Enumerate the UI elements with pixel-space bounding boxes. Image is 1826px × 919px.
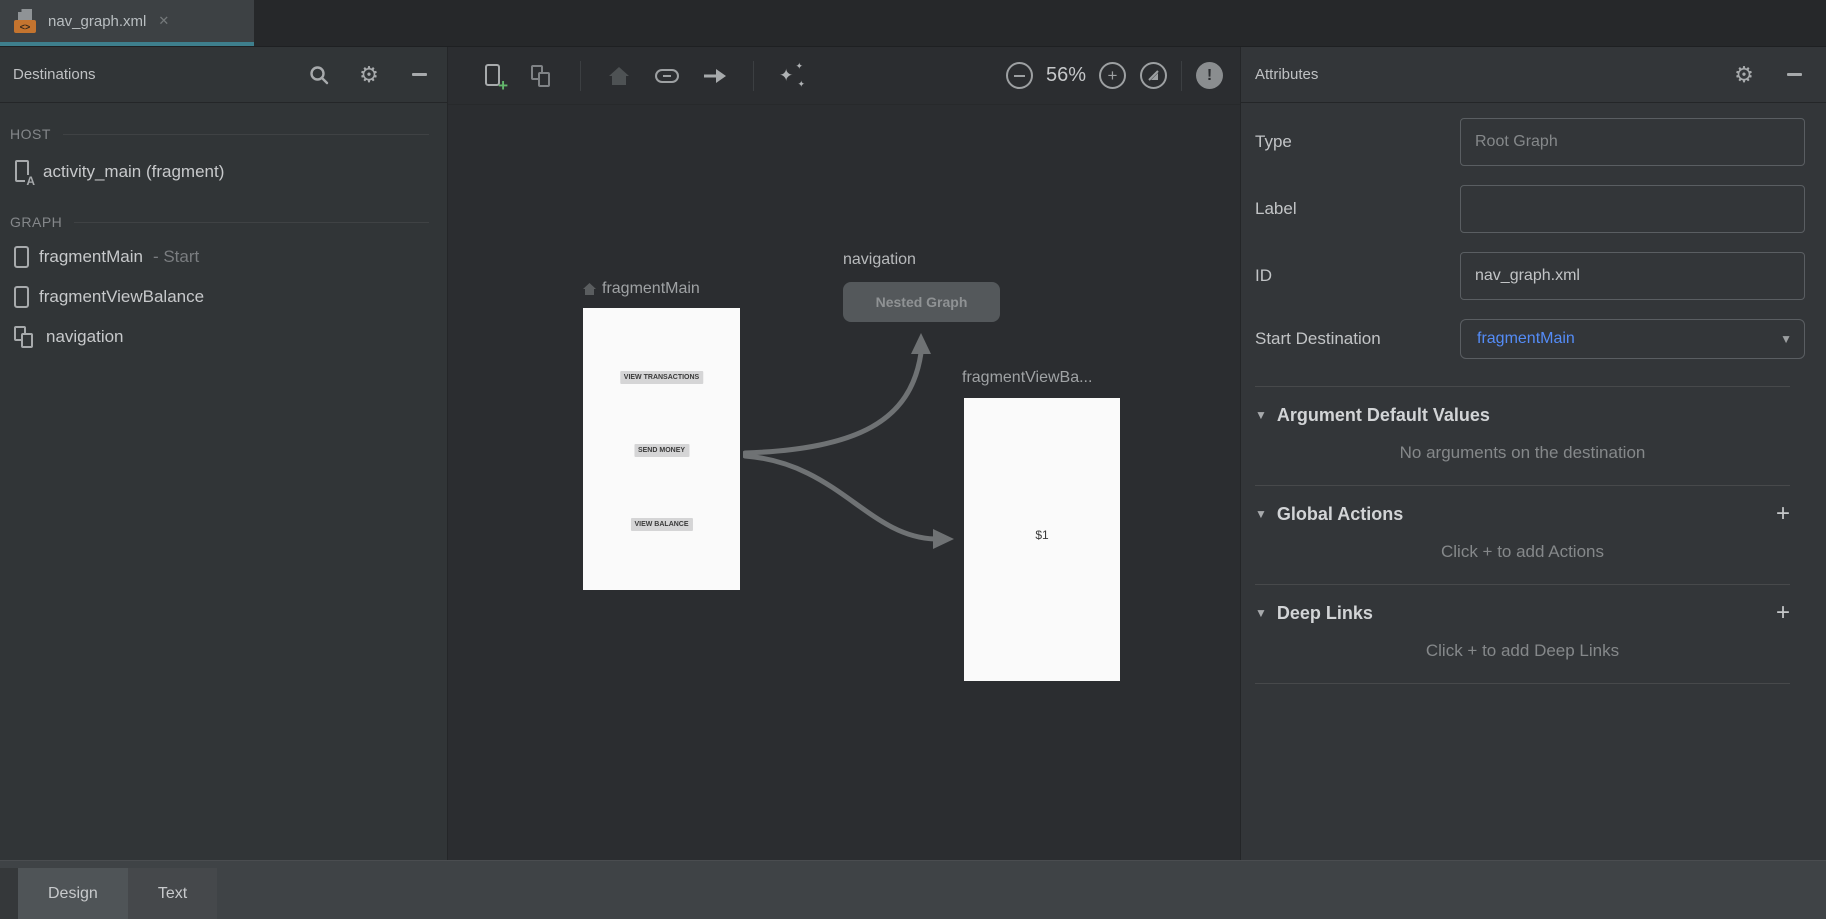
balance-text: $1: [964, 528, 1120, 542]
start-destination-home-icon: [583, 283, 596, 295]
android-studio-nav-editor: <> nav_graph.xml ✕ Destinations ⚙ H: [0, 0, 1826, 919]
id-label: ID: [1255, 266, 1460, 286]
section-graph: GRAPH: [0, 207, 447, 237]
zoom-to-fit-icon[interactable]: [1140, 62, 1167, 89]
start-destination-dropdown[interactable]: fragmentMain ▼: [1460, 319, 1805, 359]
nested-graph-node[interactable]: Nested Graph: [843, 282, 1000, 322]
start-destination-row: Start Destination fragmentMain ▼: [1241, 319, 1826, 359]
attributes-panel: Attributes ⚙ Type Label ID: [1240, 47, 1826, 860]
deep-links-section: ▼ Deep Links + Click + to add Deep Links: [1255, 584, 1790, 683]
type-field[interactable]: [1460, 118, 1805, 166]
attribute-sections: ▼ Argument Default Values No arguments o…: [1241, 386, 1826, 684]
no-arguments-hint: No arguments on the destination: [1255, 443, 1790, 463]
tab-nav-graph[interactable]: <> nav_graph.xml ✕: [0, 0, 254, 46]
label-row: Label: [1241, 185, 1826, 233]
deep-link-icon[interactable]: [654, 63, 680, 89]
destinations-title: Destinations: [13, 66, 96, 83]
section-divider: [74, 222, 429, 223]
search-icon[interactable]: [307, 63, 331, 87]
attributes-title: Attributes: [1255, 66, 1318, 83]
label-field[interactable]: [1460, 185, 1805, 233]
design-surface: + ✦: [448, 47, 1240, 860]
zoom-out-icon[interactable]: [1006, 62, 1033, 89]
fragment-main-label[interactable]: fragmentMain: [583, 280, 700, 298]
label-label: Label: [1255, 199, 1460, 219]
start-destination-suffix: - Start: [153, 247, 199, 267]
dest-item-navigation[interactable]: navigation: [0, 317, 447, 357]
main-area: Destinations ⚙ HOST A: [0, 47, 1826, 860]
auto-arrange-sparkles-icon[interactable]: ✦ ✦ ✦: [779, 63, 805, 89]
preview-button: VIEW TRANSACTIONS: [620, 371, 703, 384]
type-row: Type: [1241, 118, 1826, 166]
navigation-group-label[interactable]: navigation: [843, 251, 916, 269]
add-action-arrow-icon[interactable]: [702, 63, 728, 89]
action-to-nested-graph[interactable]: [745, 353, 921, 453]
destinations-header: Destinations ⚙: [0, 47, 447, 103]
gear-icon[interactable]: ⚙: [357, 63, 381, 87]
dest-item-fragment-view-balance[interactable]: fragmentViewBalance: [0, 277, 447, 317]
nav-graph-file-icon: <>: [14, 8, 38, 34]
collapse-triangle-icon[interactable]: ▼: [1255, 408, 1267, 422]
dest-item-activity-main[interactable]: A activity_main (fragment): [0, 149, 447, 195]
id-row: ID: [1241, 252, 1826, 300]
toolbar-separator: [580, 61, 581, 91]
zoom-in-icon[interactable]: +: [1099, 62, 1126, 89]
hide-panel-icon[interactable]: [1782, 63, 1806, 87]
attributes-body: Type Label ID Start Destination fragment…: [1241, 103, 1826, 684]
arrowhead-right: [933, 529, 954, 549]
bottom-bar-left-notch: [0, 868, 18, 919]
toolbar-separator: [753, 61, 754, 91]
section-divider: [1255, 683, 1790, 684]
toolbar-separator: [1181, 61, 1182, 91]
section-host: HOST: [0, 119, 447, 149]
gear-icon[interactable]: ⚙: [1732, 63, 1756, 87]
new-destination-icon[interactable]: +: [481, 63, 507, 89]
tab-text[interactable]: Text: [128, 868, 217, 919]
chevron-down-icon: ▼: [1780, 332, 1792, 346]
activity-icon: A: [14, 160, 33, 184]
warnings-icon[interactable]: !: [1196, 62, 1223, 89]
type-label: Type: [1255, 132, 1460, 152]
editor-tab-bar: <> nav_graph.xml ✕: [0, 0, 1826, 47]
collapse-triangle-icon[interactable]: ▼: [1255, 507, 1267, 521]
global-actions-section: ▼ Global Actions + Click + to add Action…: [1255, 485, 1790, 584]
nested-graph-icon: [14, 325, 36, 349]
collapse-triangle-icon[interactable]: ▼: [1255, 606, 1267, 620]
fragment-icon: [14, 246, 29, 268]
action-to-view-balance[interactable]: [745, 456, 935, 539]
hide-panel-icon[interactable]: [407, 63, 431, 87]
close-tab-icon[interactable]: ✕: [158, 13, 169, 29]
fragment-view-balance-label[interactable]: fragmentViewBa...: [962, 369, 1092, 387]
assign-start-home-icon[interactable]: [606, 63, 632, 89]
dest-item-fragment-main[interactable]: fragmentMain - Start: [0, 237, 447, 277]
design-toolbar: + ✦: [448, 47, 1240, 105]
tab-design[interactable]: Design: [18, 868, 128, 919]
new-nested-graph-icon[interactable]: [529, 63, 555, 89]
preview-button: VIEW BALANCE: [630, 518, 692, 531]
add-global-action-icon[interactable]: +: [1776, 502, 1790, 526]
arrowhead-up: [911, 333, 931, 354]
fragment-main-preview[interactable]: VIEW TRANSACTIONS SEND MONEY VIEW BALANC…: [583, 308, 740, 590]
editor-mode-bar: Design Text: [0, 860, 1826, 919]
nav-graph-canvas[interactable]: fragmentMain VIEW TRANSACTIONS SEND MONE…: [448, 105, 1240, 860]
destinations-list: HOST A activity_main (fragment) GRAPH: [0, 103, 447, 357]
fragment-view-balance-preview[interactable]: $1: [964, 398, 1120, 681]
zoom-level: 56%: [1046, 64, 1086, 87]
id-field[interactable]: [1460, 252, 1805, 300]
add-deep-links-hint: Click + to add Deep Links: [1255, 641, 1790, 661]
action-arrows[interactable]: [743, 325, 963, 555]
section-divider: [63, 134, 429, 135]
attributes-header: Attributes ⚙: [1241, 47, 1826, 103]
start-destination-label: Start Destination: [1255, 329, 1460, 349]
argument-default-values-section: ▼ Argument Default Values No arguments o…: [1255, 386, 1790, 485]
add-actions-hint: Click + to add Actions: [1255, 542, 1790, 562]
tab-title: nav_graph.xml: [48, 13, 146, 30]
preview-button: SEND MONEY: [634, 444, 689, 457]
xml-badge-icon: <>: [14, 20, 36, 33]
destinations-panel: Destinations ⚙ HOST A: [0, 47, 448, 860]
fragment-icon: [14, 286, 29, 308]
add-deep-link-icon[interactable]: +: [1776, 601, 1790, 625]
